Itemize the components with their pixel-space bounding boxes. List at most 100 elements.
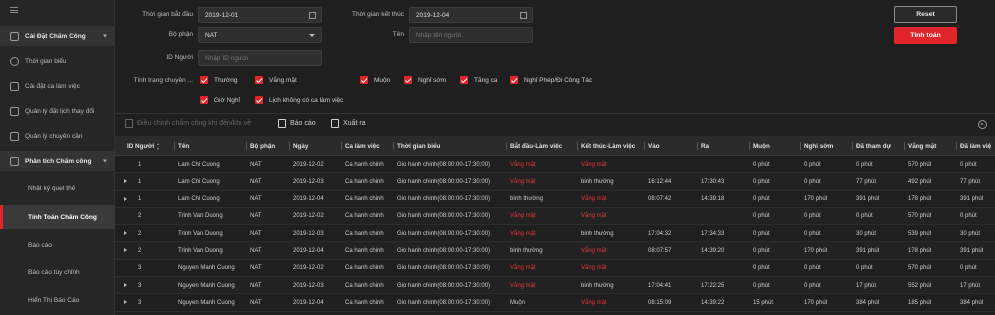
column-header-timetable[interactable]: Thời gian biểu <box>393 136 440 156</box>
checkbox-no-shift[interactable]: Lịch không có ca làm việc <box>255 96 343 104</box>
sidebar: Cài Đặt Chấm Công Thời gian biểu Cài đặt… <box>0 0 115 315</box>
column-header-absent[interactable]: Vắng mặt <box>904 136 936 156</box>
cell-name: Trinh Van Duong <box>178 213 223 220</box>
calendar-icon[interactable] <box>309 12 316 19</box>
name-input[interactable]: Nhập tên người <box>409 27 533 43</box>
menu-icon[interactable] <box>10 7 18 13</box>
column-header-start-work[interactable]: Bắt đầu-Làm việc <box>506 136 562 156</box>
checkbox-checked-icon <box>510 76 518 84</box>
sidebar-item-shift-settings[interactable]: Cài đặt ca làm việc <box>0 77 115 95</box>
column-header-id[interactable]: ID Người <box>127 136 160 156</box>
expand-row-icon[interactable] <box>124 179 127 184</box>
calculate-button[interactable]: Tính toán <box>894 27 957 44</box>
cell-id: 2 <box>138 247 142 254</box>
cell-id: 2 <box>138 230 142 237</box>
table-row[interactable]: 3 Nguyen Manh Cuong NAT 2019-12-03 Ca hanh c… <box>115 277 995 295</box>
start-time-input[interactable]: 2019-12-01 <box>198 7 322 23</box>
cell-end-work: Vắng mặt <box>581 247 607 254</box>
sidebar-item-schedule-change[interactable]: Quản lý đặt lịch thay đổi <box>0 102 115 120</box>
sidebar-item-label: Nhật ký quẹt thẻ <box>28 184 76 192</box>
column-header-label: Vào <box>648 142 660 150</box>
cell-shift: Ca hanh chinh <box>345 178 384 185</box>
column-divider <box>644 142 645 150</box>
gear-icon[interactable] <box>978 120 987 129</box>
checkbox-leave-early[interactable]: Nghỉ sớm <box>404 76 446 84</box>
checkbox-overtime[interactable]: Tăng ca <box>460 76 498 84</box>
column-header-leave-early[interactable]: Nghỉ sớm <box>800 136 834 156</box>
cell-absent: 492 phút <box>908 178 932 185</box>
table-row[interactable]: 1 Lam Chi Cuong NAT 2019-12-02 Ca hanh chinh… <box>115 156 995 174</box>
column-header-label: Kết thúc-Làm việc <box>581 142 636 150</box>
sidebar-item-label: Quản lý đặt lịch thay đổi <box>25 107 95 115</box>
sidebar-group-attendance-settings[interactable]: Cài Đặt Chấm Công <box>0 26 115 46</box>
cell-end-work: Vắng mặt <box>581 161 607 168</box>
sidebar-group-label: Phân tích Chấm công <box>25 157 92 165</box>
cell-date: 2019-12-02 <box>293 161 324 168</box>
department-value: NAT <box>205 31 218 39</box>
table-row[interactable]: 2 Trinh Van Duong NAT 2019-12-03 Ca hanh chi… <box>115 225 995 243</box>
checkbox-late[interactable]: Muộn <box>360 76 390 84</box>
column-header-dept[interactable]: Bộ phận <box>246 136 275 156</box>
sidebar-group-attendance-analysis[interactable]: Phân tích Chấm công <box>0 151 115 171</box>
report-button[interactable]: Báo cáo <box>278 119 316 128</box>
cell-end-work: Vắng mặt <box>581 213 607 220</box>
column-header-late[interactable]: Muộn <box>749 136 770 156</box>
adjust-attendance-button[interactable]: Điều chỉnh chấm công khi đến/khi về <box>125 119 251 128</box>
sidebar-item-show-report[interactable]: Hiển Thị Báo Cáo <box>0 290 115 310</box>
column-header-out[interactable]: Ra <box>697 136 709 156</box>
table-row[interactable]: 1 Lam Chi Cuong NAT 2019-12-04 Ca hanh chinh… <box>115 191 995 208</box>
sidebar-item-calculate-attendance[interactable]: Tính Toán Chấm Công <box>0 205 115 229</box>
cell-leave-early: 0 phút <box>804 230 821 237</box>
cell-late: 0 phút <box>753 178 770 185</box>
sidebar-item-attendance-management[interactable]: Quản lý chuyên cần <box>0 127 115 145</box>
cell-absent: 552 phút <box>908 282 932 289</box>
department-select[interactable]: NAT <box>198 27 322 43</box>
table-row[interactable]: 3 Nguyen Manh Cuong NAT 2019-12-04 Ca hanh c… <box>115 294 995 312</box>
column-header-label: Đã tham dự <box>856 142 891 150</box>
chevron-down-icon <box>309 34 315 37</box>
end-time-input[interactable]: 2019-12-04 <box>409 7 533 23</box>
expand-row-icon[interactable] <box>124 283 127 288</box>
column-header-in[interactable]: Vào <box>644 136 660 156</box>
table-row[interactable]: 2 Trinh Van Duong NAT 2019-12-04 Ca hanh chi… <box>115 242 995 260</box>
column-header-label: Muộn <box>753 142 770 150</box>
cell-shift: Ca hanh chinh <box>345 230 384 237</box>
column-header-date[interactable]: Ngày <box>289 136 308 156</box>
cell-timetable: Gio hanh chinh(08:00:00-17:30:00) <box>397 247 491 254</box>
sidebar-item-report[interactable]: Báo cáo <box>0 235 115 255</box>
sidebar-item-custom-report[interactable]: Báo cáo tùy chỉnh <box>0 262 115 282</box>
expand-row-icon[interactable] <box>124 300 127 305</box>
reset-button[interactable]: Reset <box>894 6 957 23</box>
cell-end-work: binh thường <box>581 178 614 185</box>
column-header-label: Nghỉ sớm <box>804 142 834 150</box>
person-id-input[interactable]: Nhập ID người <box>198 50 322 66</box>
sidebar-item-timetable[interactable]: Thời gian biểu <box>0 52 115 70</box>
cell-leave-early: 170 phút <box>804 196 828 203</box>
cell-late: 0 phút <box>753 265 770 272</box>
cell-shift: Ca hanh chinh <box>345 161 384 168</box>
expand-row-icon[interactable] <box>124 196 127 201</box>
expand-row-icon[interactable] <box>124 248 127 253</box>
checkbox-break[interactable]: Giờ Nghỉ <box>200 96 240 104</box>
checkbox-absent[interactable]: Vắng mặt <box>255 76 297 84</box>
calendar-icon[interactable] <box>520 12 527 19</box>
cell-name: Nguyen Manh Cuong <box>178 265 235 272</box>
table-row[interactable]: 1 Lam Chi Cuong NAT 2019-12-03 Ca hanh chinh… <box>115 173 995 191</box>
checkbox-normal[interactable]: Thường <box>200 76 237 84</box>
cell-timetable: Gio hanh chinh(08:00:00-17:30:00) <box>397 299 491 306</box>
cell-start-work: Vắng mặt <box>510 161 536 168</box>
cell-shift: Ca hanh chinh <box>345 213 384 220</box>
column-header-worked[interactable]: Đã làm việ <box>956 136 991 156</box>
column-header-name[interactable]: Tên <box>174 136 189 156</box>
table-row[interactable]: 3 Nguyen Manh Cuong NAT 2019-12-02 Ca hanh c… <box>115 260 995 278</box>
table-row[interactable]: 2 Trinh Van Duong NAT 2019-12-02 Ca hanh chi… <box>115 207 995 226</box>
column-header-end-work[interactable]: Kết thúc-Làm việc <box>577 136 636 156</box>
column-header-attended[interactable]: Đã tham dự <box>852 136 891 156</box>
checkbox-leave-business[interactable]: Nghỉ Phép/Đi Công Tác <box>510 76 592 84</box>
sidebar-item-swipe-log[interactable]: Nhật ký quẹt thẻ <box>0 178 115 198</box>
cell-out: 17:30:43 <box>701 178 725 185</box>
column-header-shift[interactable]: Ca làm việc <box>341 136 380 156</box>
expand-row-icon[interactable] <box>124 231 127 236</box>
sort-icon[interactable] <box>157 142 160 150</box>
export-button[interactable]: Xuất ra <box>331 119 366 128</box>
